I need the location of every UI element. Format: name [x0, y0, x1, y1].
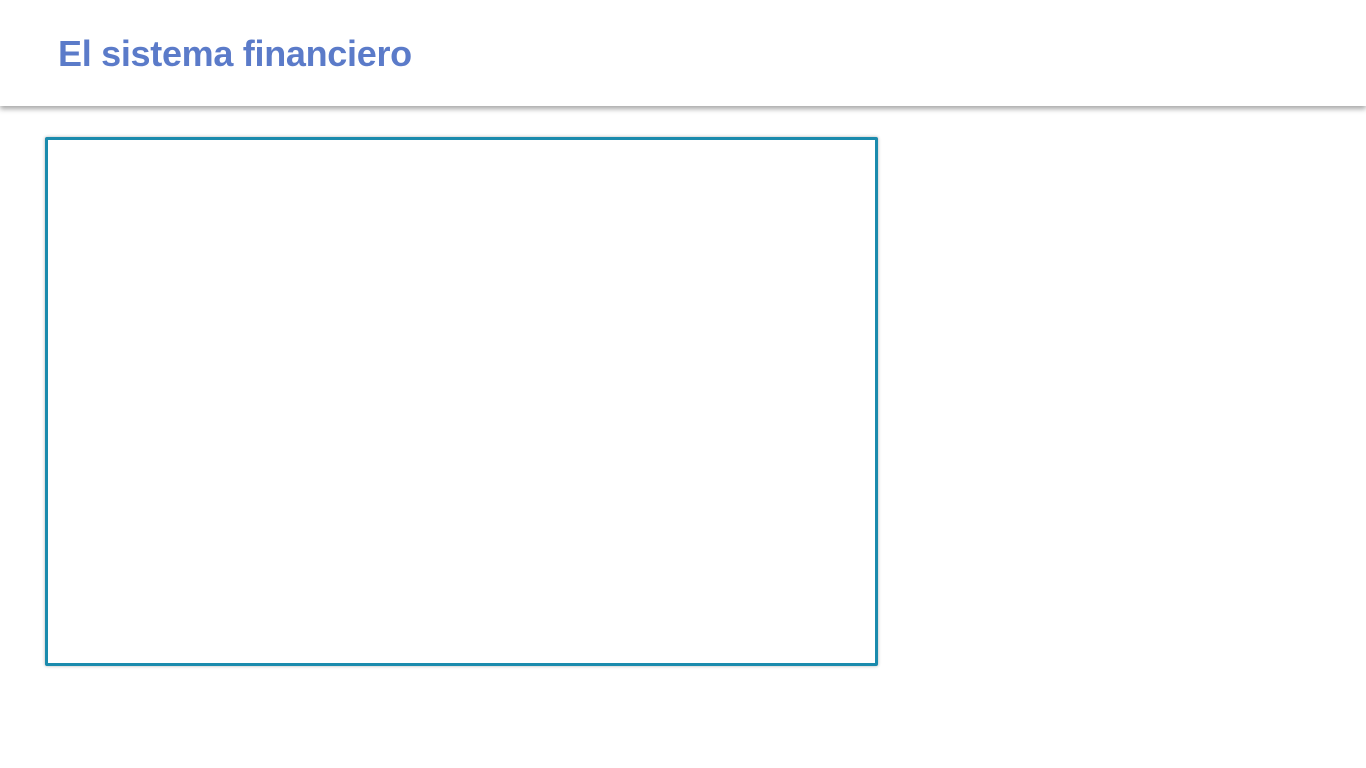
- slide-title: El sistema financiero: [58, 33, 412, 74]
- slide: El sistema financiero: [0, 0, 1366, 768]
- content-frame: [45, 137, 878, 666]
- slide-header: El sistema financiero: [0, 0, 1366, 106]
